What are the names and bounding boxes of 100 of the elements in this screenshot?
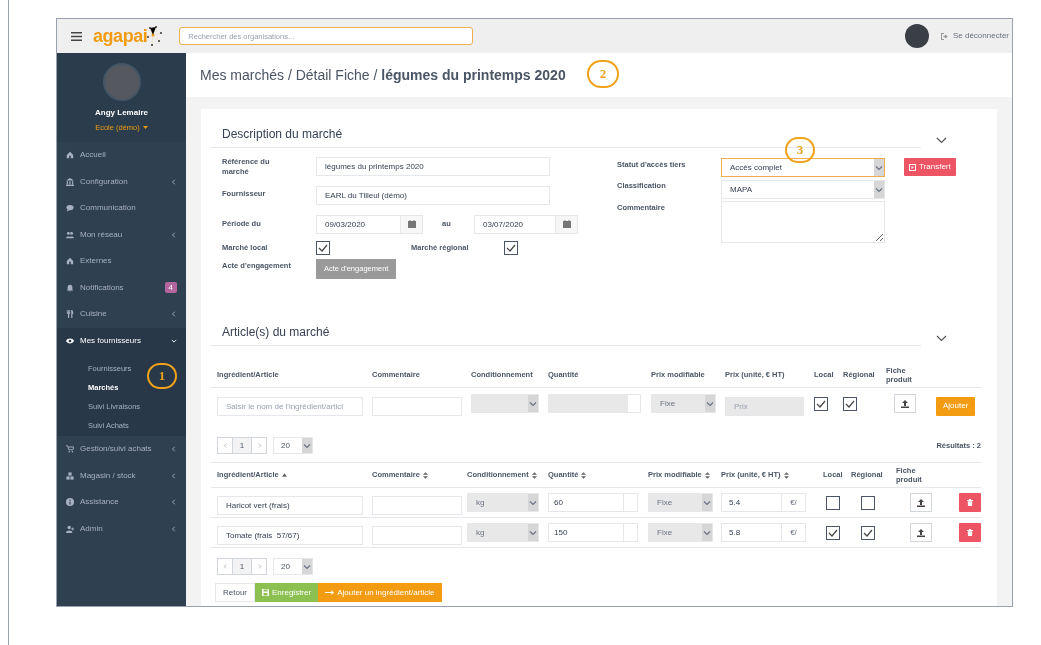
caret-icon (703, 528, 711, 537)
checkbox[interactable] (504, 241, 518, 255)
checkbox[interactable] (814, 396, 828, 411)
caret-icon (303, 562, 311, 571)
text-field[interactable]: 03/07/2020 (474, 214, 556, 234)
chevron-left-icon (222, 564, 228, 569)
checkbox[interactable] (843, 396, 857, 411)
chat-icon (66, 204, 74, 213)
cutlery-icon (66, 310, 74, 319)
sidebar-item[interactable]: Gestion/suivi achats (57, 436, 186, 463)
text-field[interactable]: Prix (725, 396, 804, 416)
callout-number: 1 (147, 363, 177, 389)
sidebar-item[interactable]: Magasin / stock (57, 462, 186, 489)
checkbox[interactable] (316, 241, 330, 255)
arrow-right-icon (325, 590, 335, 595)
price-field[interactable]: 5.4 €/ (721, 493, 806, 512)
sidebar-item[interactable]: Admin (57, 515, 186, 542)
text-field[interactable]: Haricot vert (frais) (217, 495, 363, 515)
select-field[interactable] (471, 394, 539, 413)
page-size-select[interactable]: 20 (273, 437, 313, 454)
quantity-field[interactable]: 150 (548, 523, 638, 542)
caret-icon (142, 126, 148, 130)
upload-button[interactable] (910, 493, 932, 512)
sidebar-item[interactable]: Mes fournisseurs (57, 327, 186, 354)
delete-button[interactable] (959, 493, 981, 512)
chevron-left-icon (171, 525, 177, 532)
page-size-select[interactable]: 20 (273, 558, 313, 575)
text-field[interactable]: légumes du printemps 2020 (316, 157, 550, 176)
sidebar-item[interactable]: Notifications 4 (57, 274, 186, 301)
date-field[interactable]: 09/03/2020 (316, 214, 423, 234)
chevron-left-icon (171, 231, 177, 238)
trash-icon (967, 499, 973, 506)
home-icon (66, 257, 74, 266)
transfer-icon (909, 163, 916, 171)
chevron-right-icon (256, 443, 262, 448)
sidebar-item[interactable]: Accueil (57, 142, 186, 169)
chevron-left-icon (171, 311, 177, 318)
chevron-down-icon[interactable] (936, 137, 947, 144)
bank-icon (66, 177, 74, 186)
select-field[interactable]: Fixe (651, 394, 716, 413)
upload-icon (917, 498, 925, 507)
text-field[interactable]: 09/03/2020 (316, 214, 401, 234)
menu-icon[interactable] (71, 31, 82, 41)
avatar (102, 63, 141, 101)
select-field[interactable]: Accès complet (721, 158, 885, 177)
sign-out-icon (940, 32, 949, 40)
sidebar-item[interactable]: Cuisine (57, 301, 186, 328)
trash-icon (967, 529, 973, 536)
chevron-down-icon[interactable] (936, 335, 947, 342)
price-field[interactable]: 5.8 €/ (721, 523, 806, 542)
upload-button[interactable] (894, 394, 916, 413)
upload-icon (901, 399, 909, 408)
section-title: Article(s) du marché (222, 325, 330, 339)
caret-icon (703, 498, 711, 507)
eye-icon (66, 336, 74, 345)
text-field[interactable]: Saisir le nom de l'ingrédient/articl (217, 396, 363, 416)
logout-link[interactable]: Se déconnecter (940, 30, 1009, 42)
comment-field[interactable] (721, 201, 885, 243)
unit-label: €/ (781, 494, 805, 511)
checkmark-icon (506, 244, 516, 252)
checkmark-icon (845, 399, 855, 408)
delete-button[interactable] (959, 523, 981, 542)
text-field[interactable] (372, 495, 462, 515)
text-field[interactable] (372, 396, 462, 416)
upload-button[interactable] (910, 523, 932, 542)
caret-icon (303, 441, 311, 450)
avatar[interactable] (904, 24, 929, 48)
text-field[interactable]: EARL du Tilleul (démo) (316, 186, 550, 205)
checkbox[interactable] (861, 525, 875, 540)
upload-icon (917, 528, 925, 537)
checkbox[interactable] (861, 495, 875, 510)
select-field[interactable]: kg (467, 523, 539, 542)
checkbox[interactable] (826, 495, 840, 510)
caret-icon (875, 163, 883, 172)
caret-icon (529, 528, 537, 537)
checkmark-icon (828, 528, 838, 537)
select-field[interactable]: kg (467, 493, 539, 512)
date-field[interactable]: 03/07/2020 (474, 214, 578, 234)
quantity-field[interactable]: 60 (548, 493, 638, 512)
page-button[interactable]: 1 (233, 559, 251, 574)
text-field[interactable] (372, 525, 462, 545)
select-field[interactable]: Fixe (648, 523, 713, 542)
sidebar-item[interactable]: Mon réseau (57, 221, 186, 248)
back-button[interactable]: Retour (215, 583, 255, 602)
calendar-icon (407, 220, 416, 228)
text-field[interactable]: Tomate (frais 57/67) (217, 525, 363, 545)
calendar-icon (562, 220, 571, 228)
sidebar-item[interactable]: Assistance (57, 489, 186, 516)
chevron-left-icon (171, 178, 177, 185)
logo-text: agapai (93, 27, 148, 45)
select-field[interactable]: Fixe (648, 493, 713, 512)
section-title: Description du marché (222, 127, 343, 141)
sidebar-item[interactable]: Communication (57, 195, 186, 222)
sidebar-item[interactable]: Externes (57, 248, 186, 275)
checkbox[interactable] (826, 525, 840, 540)
sidebar-item[interactable]: Configuration (57, 168, 186, 195)
select-field[interactable]: MAPA (721, 180, 885, 199)
page-button[interactable]: 1 (233, 438, 251, 453)
home-icon (66, 151, 74, 160)
caret-icon (706, 399, 714, 408)
